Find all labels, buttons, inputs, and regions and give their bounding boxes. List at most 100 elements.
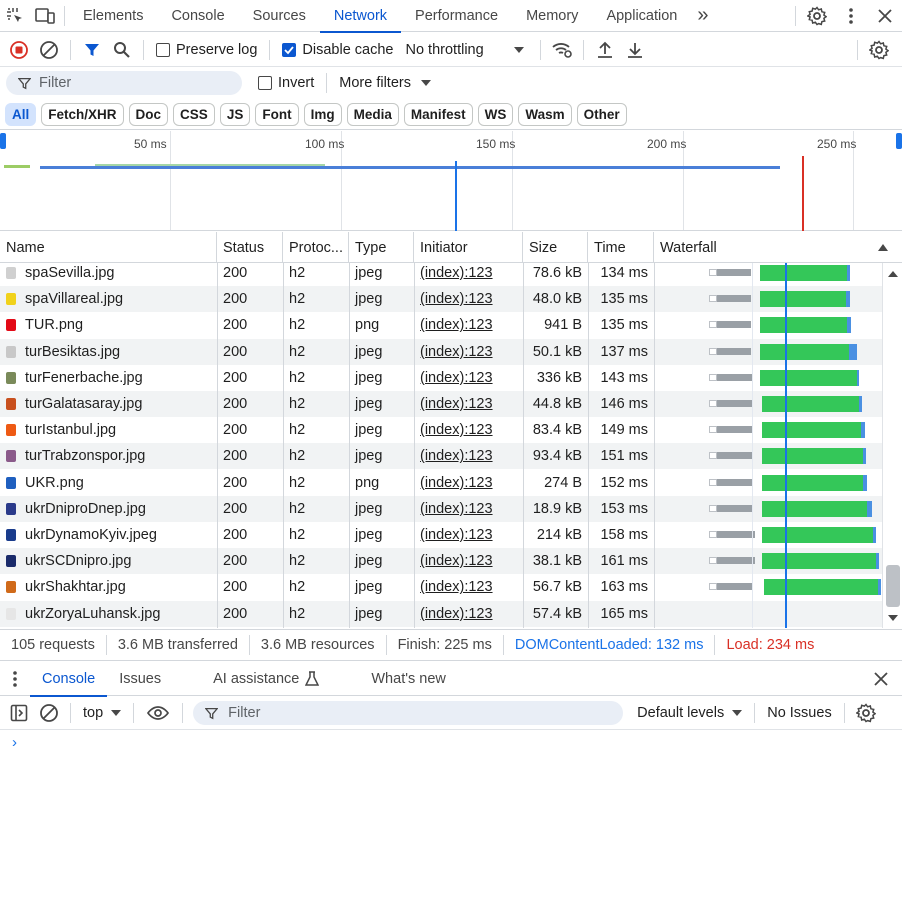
cell-waterfall[interactable] bbox=[654, 391, 882, 417]
column-header-size[interactable]: Size bbox=[523, 232, 588, 263]
live-expression-eye-icon[interactable] bbox=[140, 698, 176, 728]
more-filters-dropdown[interactable]: More filters bbox=[339, 75, 431, 91]
column-header-initiator[interactable]: Initiator bbox=[414, 232, 523, 263]
network-conditions-icon[interactable] bbox=[547, 35, 577, 65]
settings-gear-icon[interactable] bbox=[800, 0, 834, 32]
cell-name[interactable]: ukrDniproDnep.jpg bbox=[0, 496, 217, 522]
filter-input[interactable]: Filter bbox=[6, 71, 242, 95]
clear-icon[interactable] bbox=[34, 35, 64, 65]
cell-waterfall[interactable] bbox=[654, 548, 882, 574]
network-settings-gear-icon[interactable] bbox=[864, 35, 894, 65]
tab-performance[interactable]: Performance bbox=[401, 0, 512, 32]
type-chip-all[interactable]: All bbox=[5, 103, 37, 126]
type-chip-other[interactable]: Other bbox=[576, 103, 627, 126]
request-initiator[interactable]: (index):123 bbox=[420, 291, 493, 307]
request-initiator[interactable]: (index):123 bbox=[420, 448, 493, 464]
table-row[interactable]: turBesiktas.jpg 200 h2 jpeg (index):123 50.1 … bbox=[0, 338, 882, 365]
tab-memory[interactable]: Memory bbox=[512, 0, 592, 32]
console-prompt-chevron-icon[interactable]: › bbox=[12, 734, 17, 751]
tab-application[interactable]: Application bbox=[592, 0, 691, 32]
type-chip-font[interactable]: Font bbox=[255, 103, 299, 126]
table-row[interactable]: turIstanbul.jpg 200 h2 jpeg (index):123 83.4 … bbox=[0, 417, 882, 443]
scrollbar-thumb[interactable] bbox=[886, 565, 900, 607]
cell-name[interactable]: ukrZoryaLuhansk.jpg bbox=[0, 601, 217, 627]
type-chip-img[interactable]: Img bbox=[303, 103, 342, 126]
cell-name[interactable]: turGalatasaray.jpg bbox=[0, 391, 217, 417]
drawer-tab-whats-new[interactable]: What's new bbox=[359, 662, 458, 696]
type-chip-media[interactable]: Media bbox=[346, 103, 399, 126]
tab-network[interactable]: Network bbox=[319, 0, 402, 33]
table-row[interactable]: spaSevilla.jpg 200 h2 jpeg (index):123 78.6 k… bbox=[0, 263, 882, 286]
table-row[interactable]: TUR.png 200 h2 png (index):123 941 B 135 ms bbox=[0, 312, 882, 338]
request-initiator[interactable]: (index):123 bbox=[420, 396, 493, 412]
table-row[interactable]: turGalatasaray.jpg 200 h2 jpeg (index):123 44… bbox=[0, 391, 882, 417]
more-options-icon[interactable] bbox=[834, 0, 868, 32]
drawer-tab-console[interactable]: Console bbox=[30, 662, 108, 697]
cell-name[interactable]: spaVillareal.jpg bbox=[0, 286, 217, 312]
cell-name[interactable]: turTrabzonspor.jpg bbox=[0, 443, 217, 469]
request-initiator[interactable]: (index):123 bbox=[420, 422, 493, 438]
drawer-tab-ai-assistance[interactable]: AI assistance bbox=[201, 662, 331, 696]
cell-name[interactable]: turBesiktas.jpg bbox=[0, 339, 217, 365]
inspect-element-icon[interactable] bbox=[0, 0, 30, 32]
cell-name[interactable]: ukrShakhtar.jpg bbox=[0, 574, 217, 600]
cell-name[interactable]: turIstanbul.jpg bbox=[0, 417, 217, 443]
type-chip-css[interactable]: CSS bbox=[173, 103, 215, 126]
request-name[interactable]: ukrSCDnipro.jpg bbox=[25, 553, 131, 569]
close-devtools-icon[interactable] bbox=[868, 0, 902, 32]
sort-ascending-icon[interactable] bbox=[878, 244, 888, 251]
cell-waterfall[interactable] bbox=[654, 522, 882, 548]
table-row[interactable]: turTrabzonspor.jpg 200 h2 jpeg (index):123 93… bbox=[0, 443, 882, 470]
log-levels-dropdown[interactable]: Default levels bbox=[637, 705, 743, 721]
cell-waterfall[interactable] bbox=[654, 496, 882, 522]
request-name[interactable]: ukrDniproDnep.jpg bbox=[25, 501, 146, 517]
issues-count[interactable]: No Issues bbox=[767, 705, 831, 721]
device-toolbar-icon[interactable] bbox=[30, 0, 60, 32]
search-icon[interactable] bbox=[107, 35, 137, 65]
request-name[interactable]: turTrabzonspor.jpg bbox=[25, 448, 145, 464]
cell-waterfall[interactable] bbox=[654, 339, 882, 365]
table-row[interactable]: ukrDynamoKyiv.jpeg 200 h2 jpeg (index):123 21… bbox=[0, 522, 882, 548]
request-initiator[interactable]: (index):123 bbox=[420, 317, 493, 333]
request-name[interactable]: UKR.png bbox=[25, 475, 84, 491]
import-har-icon[interactable] bbox=[590, 35, 620, 65]
checkbox-checked-box[interactable] bbox=[282, 42, 297, 57]
column-header-type[interactable]: Type bbox=[349, 232, 414, 263]
request-initiator[interactable]: (index):123 bbox=[420, 527, 493, 543]
tab-elements[interactable]: Elements bbox=[69, 0, 157, 32]
cell-name[interactable]: TUR.png bbox=[0, 312, 217, 338]
cell-waterfall[interactable] bbox=[654, 574, 882, 600]
export-har-icon[interactable] bbox=[620, 35, 650, 65]
request-name[interactable]: ukrZoryaLuhansk.jpg bbox=[25, 606, 160, 622]
request-initiator[interactable]: (index):123 bbox=[420, 370, 493, 386]
request-name[interactable]: spaVillareal.jpg bbox=[25, 291, 123, 307]
cell-name[interactable]: turFenerbache.jpg bbox=[0, 365, 217, 391]
column-header-time[interactable]: Time bbox=[588, 232, 654, 263]
invert-checkbox[interactable]: Invert bbox=[258, 75, 314, 91]
table-row[interactable]: spaVillareal.jpg 200 h2 jpeg (index):123 48.0… bbox=[0, 286, 882, 313]
drawer-tab-issues[interactable]: Issues bbox=[107, 662, 173, 696]
tab-sources[interactable]: Sources bbox=[239, 0, 320, 32]
cell-name[interactable]: ukrSCDnipro.jpg bbox=[0, 548, 217, 574]
request-name[interactable]: spaSevilla.jpg bbox=[25, 265, 114, 281]
column-header-waterfall[interactable]: Waterfall bbox=[654, 232, 902, 263]
preserve-log-checkbox[interactable]: Preserve log bbox=[156, 42, 257, 58]
more-tabs-icon[interactable]: » bbox=[691, 0, 714, 32]
request-initiator[interactable]: (index):123 bbox=[420, 501, 493, 517]
type-chip-doc[interactable]: Doc bbox=[128, 103, 169, 126]
stop-recording-icon[interactable] bbox=[4, 35, 34, 65]
table-row[interactable]: ukrSCDnipro.jpg 200 h2 jpeg (index):123 38.1 … bbox=[0, 548, 882, 575]
console-filter-input[interactable]: Filter bbox=[193, 701, 624, 725]
type-chip-manifest[interactable]: Manifest bbox=[403, 103, 473, 126]
checkbox-box[interactable] bbox=[258, 76, 272, 90]
cell-waterfall[interactable] bbox=[654, 312, 882, 338]
type-chip-wasm[interactable]: Wasm bbox=[518, 103, 572, 126]
scroll-up-arrow-icon[interactable] bbox=[888, 271, 898, 277]
context-selector[interactable]: top bbox=[83, 705, 122, 721]
column-header-status[interactable]: Status bbox=[217, 232, 283, 263]
request-name[interactable]: turBesiktas.jpg bbox=[25, 344, 120, 360]
column-header-protoc[interactable]: Protoc... bbox=[283, 232, 349, 263]
type-chip-js[interactable]: JS bbox=[219, 103, 251, 126]
tab-console[interactable]: Console bbox=[157, 0, 238, 32]
throttling-dropdown[interactable]: No throttling bbox=[405, 42, 524, 58]
